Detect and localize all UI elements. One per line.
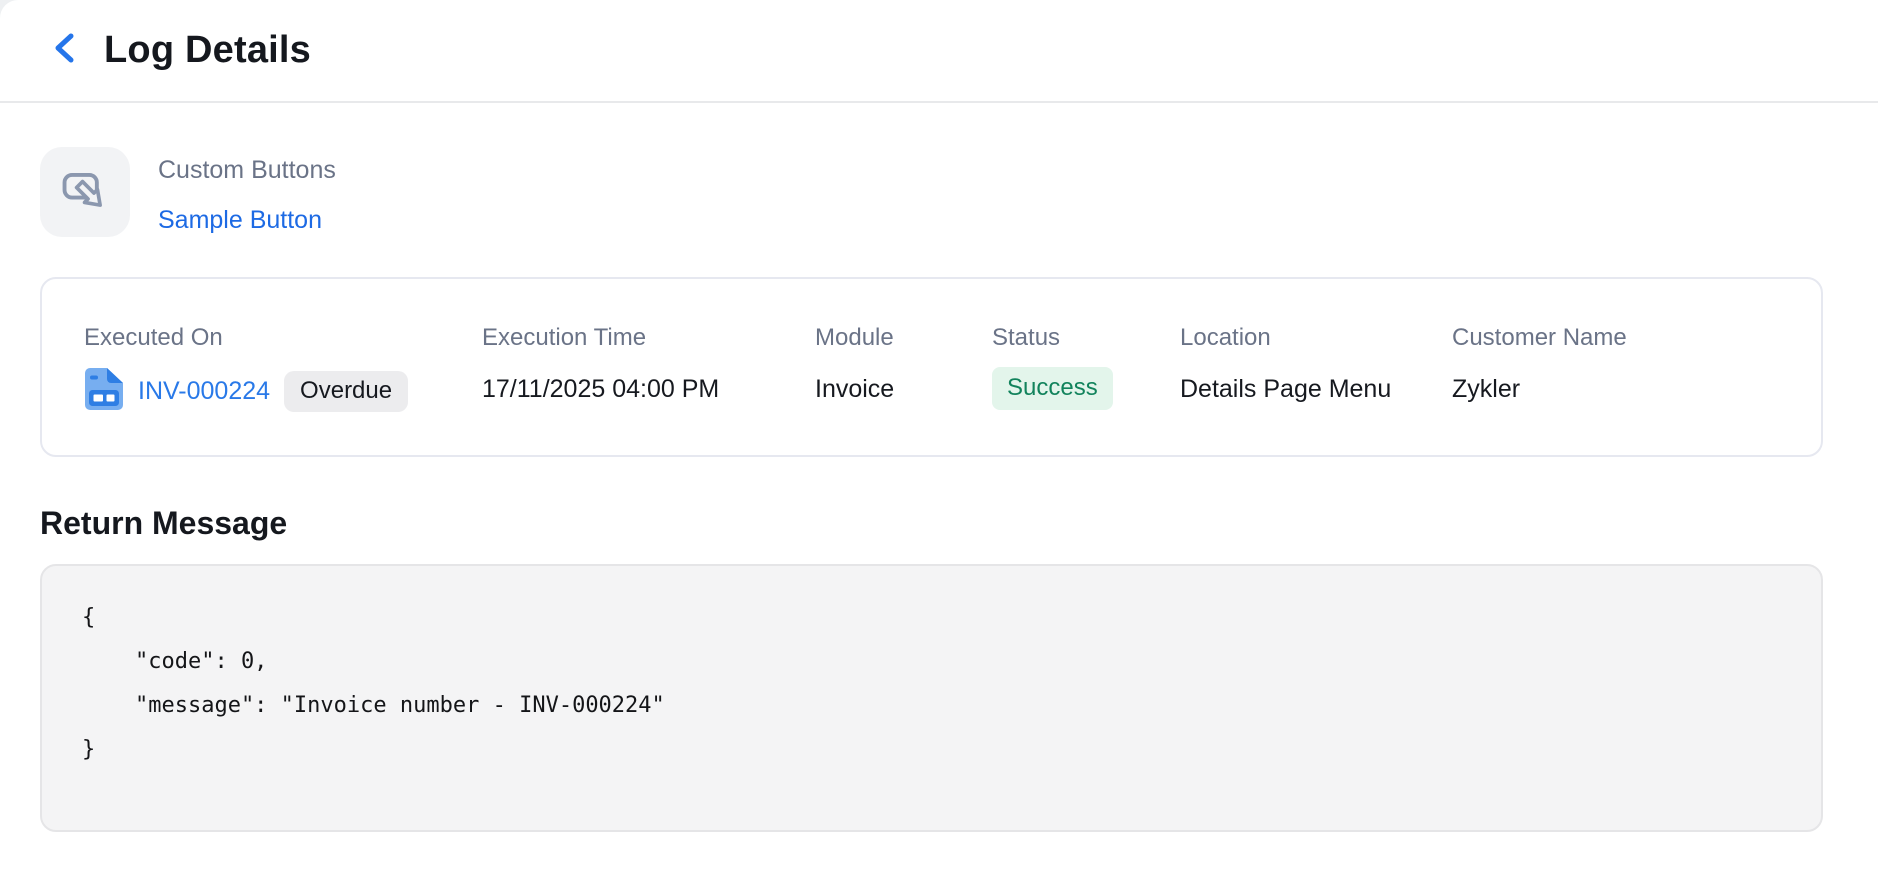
log-details-page: Log Details Custom Buttons Sample Button… [0,0,1878,870]
invoice-number-link[interactable]: INV-000224 [138,377,270,406]
success-status-badge: Success [992,367,1113,410]
back-button[interactable] [50,31,80,70]
field-location: Location Details Page Menu [1180,324,1452,455]
executed-on-value-row: INV-000224 Overdue [84,367,409,416]
header-divider [0,101,1878,103]
custom-buttons-info: Custom Buttons Sample Button [158,147,336,237]
field-label: Status [992,324,1061,351]
page-title: Log Details [104,29,312,71]
field-value: Details Page Menu [1180,375,1392,403]
overdue-badge: Overdue [284,371,409,412]
header: Log Details [0,0,1878,101]
field-status: Status Success [992,324,1180,455]
field-customer-name: Customer Name Zykler [1452,324,1821,455]
button-click-icon [57,162,113,223]
field-value: 17/11/2025 04:00 PM [482,375,720,403]
custom-buttons-section: Custom Buttons Sample Button [40,147,1878,237]
field-label: Module [815,324,894,351]
chevron-left-icon [50,31,80,70]
custom-button-icon-box [40,147,130,237]
field-label: Execution Time [482,324,647,351]
field-executed-on: Executed On INV-000224 Overdue [84,324,482,455]
return-message-heading: Return Message [40,505,288,541]
field-value: Invoice [815,375,895,403]
return-message-code-block: { "code": 0, "message": "Invoice number … [40,564,1823,832]
field-label: Executed On [84,324,223,351]
sample-button-link[interactable]: Sample Button [158,206,336,235]
field-execution-time: Execution Time 17/11/2025 04:00 PM [482,324,815,455]
custom-buttons-label: Custom Buttons [158,156,336,184]
invoice-document-icon [84,367,124,416]
field-module: Module Invoice [815,324,992,455]
log-summary-card: Executed On INV-000224 Overdue Execution… [40,277,1823,457]
field-label: Location [1180,324,1271,351]
field-value: Zykler [1452,375,1521,403]
field-label: Customer Name [1452,324,1627,351]
